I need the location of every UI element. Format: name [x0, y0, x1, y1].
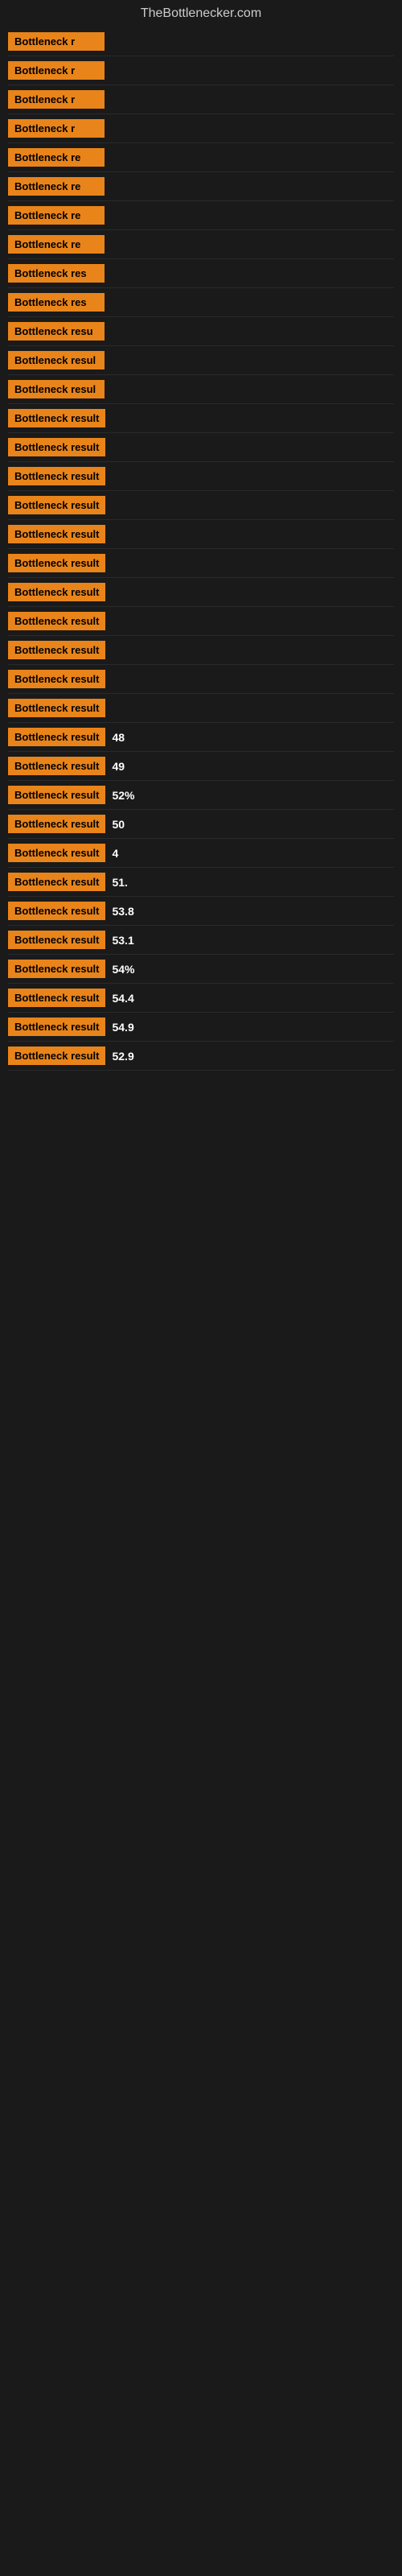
bottleneck-label: Bottleneck result	[8, 438, 105, 456]
table-row: Bottleneck result 52%	[8, 781, 394, 810]
bottleneck-label: Bottleneck result	[8, 931, 105, 949]
table-row: Bottleneck re	[8, 230, 394, 259]
bottleneck-label: Bottleneck r	[8, 90, 105, 109]
table-row: Bottleneck result	[8, 433, 394, 462]
bottleneck-label: Bottleneck result	[8, 1046, 105, 1065]
table-row: Bottleneck result 48	[8, 723, 394, 752]
bottleneck-value: 54%	[112, 963, 134, 976]
bottleneck-value: 54.4	[112, 992, 133, 1005]
bottleneck-label: Bottleneck result	[8, 786, 105, 804]
bottleneck-label: Bottleneck re	[8, 235, 105, 254]
table-row: Bottleneck result 54.9	[8, 1013, 394, 1042]
bottleneck-label: Bottleneck result	[8, 467, 105, 485]
table-row: Bottleneck res	[8, 259, 394, 288]
bottleneck-label: Bottleneck r	[8, 61, 105, 80]
table-row: Bottleneck result	[8, 462, 394, 491]
bottleneck-label: Bottleneck result	[8, 844, 105, 862]
bottleneck-value: 52.9	[112, 1050, 133, 1063]
table-row: Bottleneck resul	[8, 346, 394, 375]
bottleneck-label: Bottleneck result	[8, 728, 105, 746]
bottleneck-label: Bottleneck re	[8, 206, 105, 225]
bottleneck-label: Bottleneck result	[8, 1018, 105, 1036]
site-title: TheBottlenecker.com	[0, 0, 402, 27]
bottleneck-value: 4	[112, 847, 118, 860]
table-row: Bottleneck result 53.1	[8, 926, 394, 955]
table-row: Bottleneck result 50	[8, 810, 394, 839]
bottleneck-label: Bottleneck resul	[8, 351, 105, 369]
table-row: Bottleneck re	[8, 172, 394, 201]
table-row: Bottleneck result	[8, 694, 394, 723]
table-row: Bottleneck res	[8, 288, 394, 317]
bottleneck-label: Bottleneck resul	[8, 380, 105, 398]
bottleneck-label: Bottleneck result	[8, 409, 105, 427]
table-row: Bottleneck result 4	[8, 839, 394, 868]
table-row: Bottleneck result 54%	[8, 955, 394, 984]
bottleneck-label: Bottleneck res	[8, 293, 105, 312]
bottleneck-label: Bottleneck r	[8, 32, 105, 51]
bottleneck-label: Bottleneck result	[8, 757, 105, 775]
bottleneck-label: Bottleneck re	[8, 177, 105, 196]
bottleneck-label: Bottleneck result	[8, 583, 105, 601]
table-row: Bottleneck re	[8, 201, 394, 230]
bottleneck-label: Bottleneck result	[8, 612, 105, 630]
bottleneck-value: 53.1	[112, 934, 133, 947]
table-row: Bottleneck result	[8, 636, 394, 665]
bottleneck-label: Bottleneck r	[8, 119, 105, 138]
table-row: Bottleneck resul	[8, 375, 394, 404]
table-row: Bottleneck r	[8, 27, 394, 56]
table-row: Bottleneck result 54.4	[8, 984, 394, 1013]
table-row: Bottleneck result	[8, 578, 394, 607]
bottleneck-label: Bottleneck result	[8, 902, 105, 920]
bottleneck-label: Bottleneck result	[8, 989, 105, 1007]
table-row: Bottleneck result	[8, 549, 394, 578]
table-row: Bottleneck result 52.9	[8, 1042, 394, 1071]
bottleneck-label: Bottleneck res	[8, 264, 105, 283]
bottleneck-label: Bottleneck resu	[8, 322, 105, 341]
bottleneck-value: 54.9	[112, 1021, 133, 1034]
table-row: Bottleneck re	[8, 143, 394, 172]
bottleneck-label: Bottleneck result	[8, 815, 105, 833]
table-row: Bottleneck result 51.	[8, 868, 394, 897]
bottleneck-value: 51.	[112, 876, 127, 889]
table-row: Bottleneck result	[8, 520, 394, 549]
bottleneck-label: Bottleneck result	[8, 699, 105, 717]
bottleneck-value: 50	[112, 818, 125, 831]
table-row: Bottleneck result 49	[8, 752, 394, 781]
table-row: Bottleneck resu	[8, 317, 394, 346]
bottleneck-label: Bottleneck re	[8, 148, 105, 167]
bottleneck-label: Bottleneck result	[8, 525, 105, 543]
bottleneck-label: Bottleneck result	[8, 554, 105, 572]
bottleneck-label: Bottleneck result	[8, 960, 105, 978]
table-row: Bottleneck result 53.8	[8, 897, 394, 926]
table-row: Bottleneck result	[8, 404, 394, 433]
bottleneck-label: Bottleneck result	[8, 670, 105, 688]
bottleneck-value: 53.8	[112, 905, 133, 918]
table-row: Bottleneck result	[8, 607, 394, 636]
bottleneck-label: Bottleneck result	[8, 496, 105, 514]
table-row: Bottleneck r	[8, 56, 394, 85]
bottleneck-value: 49	[112, 760, 125, 773]
bottleneck-label: Bottleneck result	[8, 873, 105, 891]
table-row: Bottleneck r	[8, 85, 394, 114]
bottleneck-value: 52%	[112, 789, 134, 802]
table-row: Bottleneck result	[8, 491, 394, 520]
bottleneck-label: Bottleneck result	[8, 641, 105, 659]
bottleneck-value: 48	[112, 731, 125, 744]
table-row: Bottleneck r	[8, 114, 394, 143]
table-row: Bottleneck result	[8, 665, 394, 694]
